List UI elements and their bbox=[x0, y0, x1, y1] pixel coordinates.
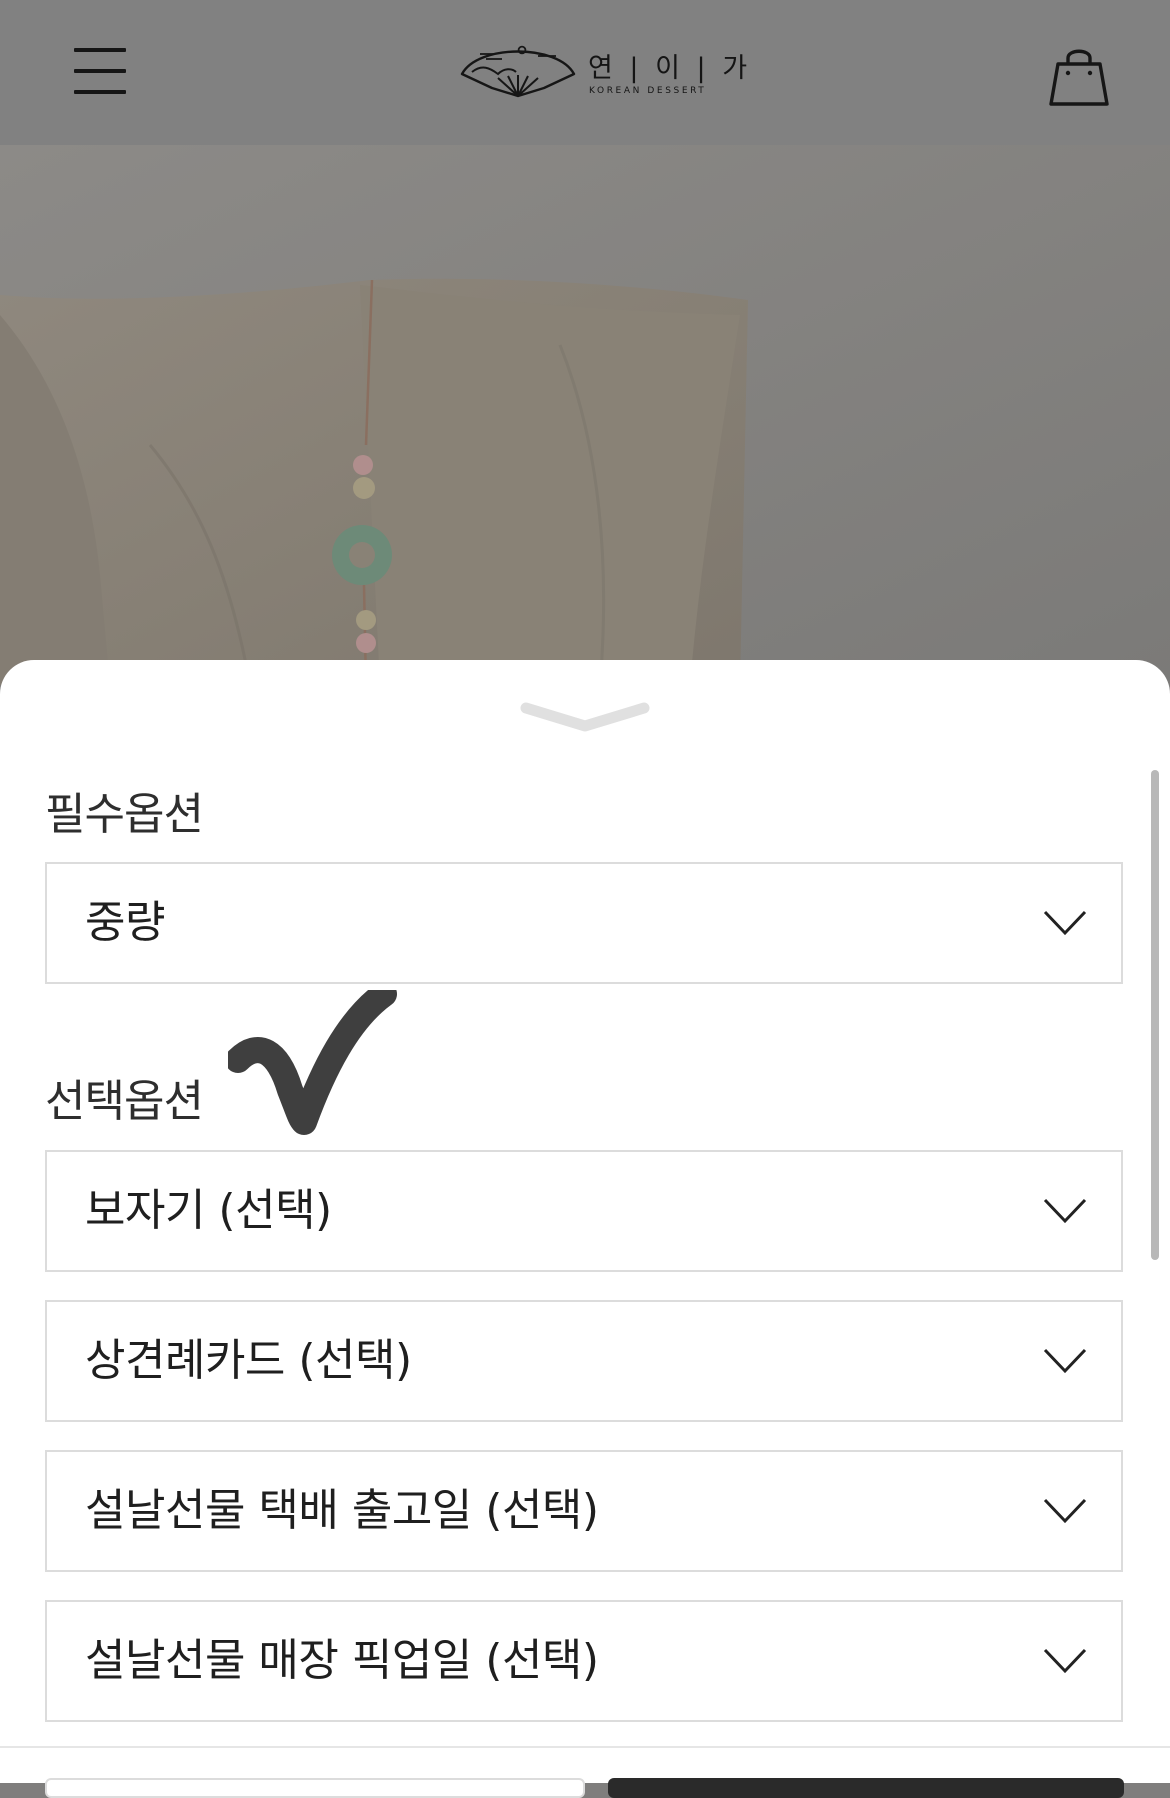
select-value: 중량 bbox=[85, 897, 165, 948]
select-value: 상견례카드 (선택) bbox=[85, 1335, 412, 1386]
chevron-down-icon bbox=[1043, 1648, 1087, 1674]
select-value: 보자기 (선택) bbox=[85, 1185, 332, 1236]
optional-options-label: 선택옵션 bbox=[45, 1076, 204, 1127]
pickup-date-select[interactable]: 설날선물 매장 픽업일 (선택) bbox=[45, 1600, 1123, 1722]
logo-subtitle: KOREAN DESSERT bbox=[589, 86, 707, 96]
brand-logo[interactable]: 연 | 이 | 가 KOREAN DESSERT bbox=[458, 38, 747, 108]
fan-logo-icon bbox=[460, 45, 576, 98]
chevron-down-icon bbox=[1043, 1348, 1087, 1374]
hamburger-menu-icon[interactable] bbox=[72, 44, 130, 96]
select-value: 설날선물 택배 출고일 (선택) bbox=[85, 1485, 599, 1536]
shopping-bag-icon[interactable] bbox=[1046, 44, 1112, 110]
checkmark-annotation-icon bbox=[228, 990, 397, 1135]
logo-text: 연 | 이 | 가 bbox=[588, 53, 752, 84]
greeting-card-select[interactable]: 상견례카드 (선택) bbox=[45, 1300, 1123, 1422]
bottom-divider bbox=[0, 1746, 1170, 1748]
chevron-down-icon bbox=[1043, 1198, 1087, 1224]
bojagi-select[interactable]: 보자기 (선택) bbox=[45, 1150, 1123, 1272]
chevron-down-icon bbox=[1043, 910, 1087, 936]
scrollbar[interactable] bbox=[1151, 770, 1159, 1260]
collapse-chevron-icon[interactable] bbox=[520, 698, 650, 738]
product-hero-image bbox=[0, 145, 1170, 685]
top-header: 연 | 이 | 가 KOREAN DESSERT bbox=[0, 0, 1170, 145]
delivery-date-select[interactable]: 설날선물 택배 출고일 (선택) bbox=[45, 1450, 1123, 1572]
weight-select[interactable]: 중량 bbox=[45, 862, 1123, 984]
select-value: 설날선물 매장 픽업일 (선택) bbox=[85, 1635, 599, 1686]
required-options-label: 필수옵션 bbox=[45, 789, 204, 840]
primary-action-button[interactable] bbox=[608, 1778, 1124, 1798]
secondary-action-button[interactable] bbox=[45, 1778, 585, 1798]
chevron-down-icon bbox=[1043, 1498, 1087, 1524]
